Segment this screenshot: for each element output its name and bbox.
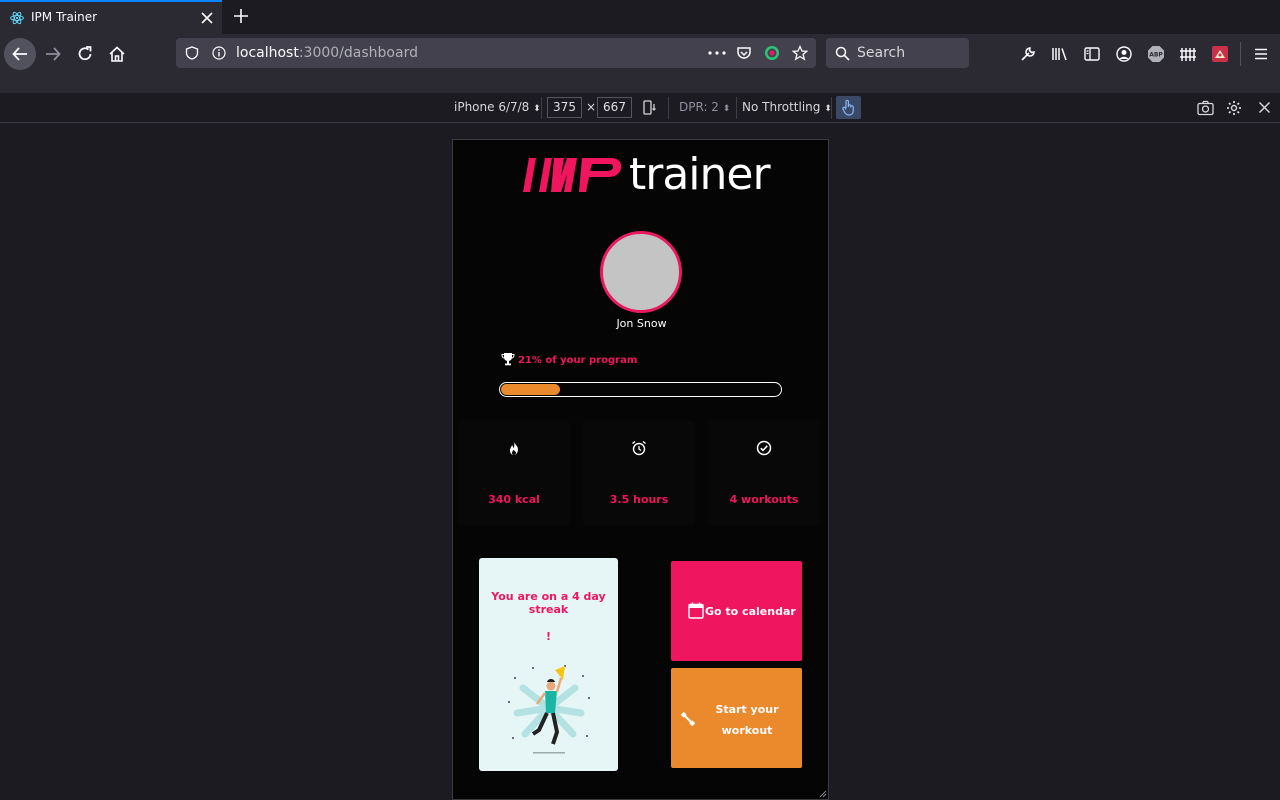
calendar-button-label: Go to calendar bbox=[705, 605, 796, 618]
react-icon bbox=[10, 11, 24, 25]
app-logo: trainer bbox=[523, 149, 771, 204]
logo-text: trainer bbox=[629, 149, 771, 200]
tab-strip: IPM Trainer bbox=[0, 0, 1280, 34]
flame-icon bbox=[510, 441, 518, 455]
arrow-right-icon bbox=[46, 47, 61, 61]
streak-card: You are on a 4 day streak ! bbox=[479, 558, 618, 771]
close-rdm-icon[interactable] bbox=[1258, 101, 1271, 114]
rdm-separator bbox=[668, 97, 669, 119]
program-progress-fill bbox=[501, 384, 560, 395]
stat-hours-value: 3.5 hours bbox=[609, 493, 669, 506]
viewport-width-input[interactable]: 375 bbox=[547, 97, 582, 118]
search-placeholder: Search bbox=[857, 45, 906, 61]
viewport-height-input[interactable]: 667 bbox=[597, 97, 632, 118]
tab-ipm-trainer[interactable]: IPM Trainer bbox=[0, 0, 222, 34]
dpr-selector[interactable]: DPR: 2 ⬍ bbox=[679, 100, 730, 114]
pocket-icon[interactable] bbox=[736, 45, 752, 61]
new-tab-icon[interactable] bbox=[232, 7, 250, 25]
stat-card-workouts: 4 workouts bbox=[709, 422, 819, 524]
forward-button[interactable] bbox=[39, 40, 67, 68]
search-bar[interactable]: Search bbox=[826, 38, 969, 68]
start-workout-button[interactable]: Start your workout bbox=[671, 668, 802, 768]
navigation-toolbar: localhost:3000/dashboard Search ABP bbox=[0, 34, 1280, 74]
streak-exclamation: ! bbox=[545, 630, 552, 643]
touch-simulation-button[interactable] bbox=[836, 96, 861, 119]
account-icon[interactable] bbox=[1115, 45, 1133, 63]
url-bar[interactable]: localhost:3000/dashboard bbox=[176, 38, 816, 68]
url-text[interactable]: localhost:3000/dashboard bbox=[236, 45, 418, 61]
arrow-left-icon bbox=[12, 47, 27, 61]
avatar bbox=[600, 231, 682, 313]
rdm-separator bbox=[736, 97, 737, 119]
stat-card-hours: 3.5 hours bbox=[584, 422, 694, 524]
adblock-icon[interactable]: ABP bbox=[1147, 45, 1165, 63]
streak-text: You are on a 4 day streak bbox=[491, 590, 606, 616]
home-button[interactable] bbox=[103, 40, 131, 68]
calendar-icon bbox=[688, 602, 704, 619]
shield-icon[interactable] bbox=[185, 46, 199, 60]
sidebar-icon[interactable] bbox=[1083, 45, 1101, 63]
program-progress-bar bbox=[499, 382, 782, 397]
tab-title: IPM Trainer bbox=[31, 10, 98, 24]
dumbbell-icon bbox=[680, 711, 696, 727]
toolbar-separator bbox=[1240, 42, 1241, 66]
hamburger-menu-icon[interactable] bbox=[1252, 45, 1270, 63]
more-actions-icon[interactable] bbox=[708, 51, 726, 55]
search-icon bbox=[835, 46, 850, 61]
program-progress-label: 21% of your program bbox=[518, 355, 638, 366]
extension-circle-icon[interactable] bbox=[764, 45, 780, 61]
red-extension-icon[interactable] bbox=[1211, 45, 1229, 63]
resize-grip-icon[interactable] bbox=[819, 790, 827, 798]
touch-hand-icon bbox=[842, 99, 854, 116]
rdm-separator bbox=[541, 97, 542, 119]
reload-icon bbox=[78, 46, 92, 61]
dimension-times: × bbox=[586, 100, 597, 114]
close-tab-icon[interactable] bbox=[199, 10, 215, 26]
bookmark-star-icon[interactable] bbox=[792, 45, 808, 61]
responsive-design-toolbar: iPhone 6/7/8 ⬍ 375 × 667 DPR: 2 ⬍ No Thr… bbox=[0, 93, 1280, 123]
stat-card-calories: 340 kcal bbox=[459, 422, 569, 524]
stat-workouts-value: 4 workouts bbox=[729, 493, 799, 506]
toolbar-spacer bbox=[0, 74, 1280, 93]
rdm-separator bbox=[831, 97, 832, 119]
alarm-clock-icon bbox=[632, 440, 646, 456]
back-button[interactable] bbox=[4, 38, 36, 70]
logo-imp-mark bbox=[523, 158, 622, 192]
throttling-selector[interactable]: No Throttling ⬍ bbox=[742, 100, 832, 114]
celebration-illustration bbox=[508, 665, 590, 754]
device-viewport: trainer Jon Snow 21% of your program 340… bbox=[452, 139, 829, 800]
wrench-icon[interactable] bbox=[1019, 45, 1037, 63]
device-selector[interactable]: iPhone 6/7/8 ⬍ bbox=[454, 100, 541, 114]
svg-text:ABP: ABP bbox=[1149, 52, 1163, 59]
check-circle-icon bbox=[756, 440, 772, 456]
info-icon[interactable] bbox=[212, 46, 226, 60]
reload-button[interactable] bbox=[71, 40, 99, 68]
workout-button-label: Start your workout bbox=[715, 703, 779, 737]
trophy-icon bbox=[501, 353, 515, 366]
rotate-device-icon[interactable] bbox=[642, 100, 658, 116]
settings-gear-icon[interactable] bbox=[1226, 100, 1242, 116]
user-name: Jon Snow bbox=[616, 317, 667, 330]
home-icon bbox=[109, 46, 125, 62]
stat-calories-value: 340 kcal bbox=[488, 493, 540, 506]
fence-extension-icon[interactable] bbox=[1179, 45, 1197, 63]
go-to-calendar-button[interactable]: Go to calendar bbox=[671, 561, 802, 661]
library-icon[interactable] bbox=[1051, 45, 1069, 63]
screenshot-camera-icon[interactable] bbox=[1197, 100, 1214, 116]
